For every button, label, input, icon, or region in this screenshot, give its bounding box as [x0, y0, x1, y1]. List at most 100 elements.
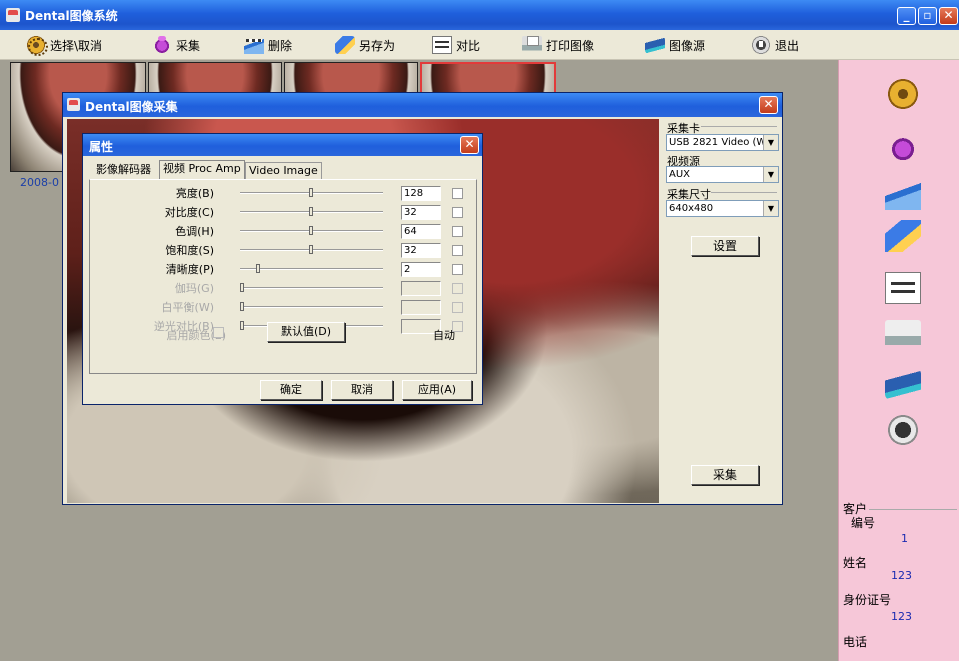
default-value-button[interactable]: 默认值(D): [267, 322, 345, 342]
exit-icon[interactable]: [885, 414, 921, 446]
property-value-field[interactable]: 128: [401, 186, 441, 201]
cancel-button[interactable]: 取消: [331, 380, 393, 400]
client-idcard-label: 身份证号: [843, 593, 892, 607]
thumbnail-date-label: 2008-0: [20, 176, 59, 189]
property-value-field[interactable]: 2: [401, 262, 441, 277]
properties-dialog-title-bar[interactable]: 属性 ✕: [83, 134, 482, 156]
proc-amp-panel: 亮度(B) 128 对比度(C) 32 色调(H) 64 饱和度(S) 32 清晰度(P) 2 伽玛…: [89, 179, 477, 374]
auto-checkbox[interactable]: [452, 188, 463, 199]
client-name-value: 123: [891, 569, 912, 582]
toolbar: 选择\取消 采集 删除 另存为 对比 打印图像 图像源 退出: [0, 30, 959, 60]
client-info-group: 客户 编号 1 姓名 123 身份证号 123 电话: [839, 500, 959, 661]
image-source-label: 图像源: [669, 38, 706, 53]
app-icon: [67, 98, 80, 111]
exit-icon: [751, 36, 771, 54]
client-phone-label: 电话: [843, 635, 868, 649]
delete-button[interactable]: 删除: [244, 35, 292, 55]
property-value-field: [401, 300, 441, 315]
property-label: 饱和度(S): [165, 244, 214, 257]
print-image-label: 打印图像: [546, 38, 595, 53]
capture-card-select[interactable]: USB 2821 Video (W ▼: [666, 134, 779, 151]
save-as-label: 另存为: [359, 38, 396, 53]
select-cancel-label: 选择\取消: [50, 38, 103, 53]
capture-label: 采集: [176, 38, 201, 53]
auto-checkbox: [452, 302, 463, 313]
clapper-icon[interactable]: [885, 178, 921, 210]
property-slider[interactable]: [240, 207, 383, 216]
property-value-field[interactable]: 32: [401, 205, 441, 220]
save-as-button[interactable]: 另存为: [335, 35, 395, 55]
film-reel-icon[interactable]: [885, 78, 921, 110]
printer-icon[interactable]: [885, 320, 921, 352]
capture-settings-panel: 采集卡 USB 2821 Video (W ▼ 视频源 AUX ▼ 采集尺寸 6…: [661, 119, 781, 503]
tab-proc-amp[interactable]: 视频 Proc Amp: [159, 160, 245, 180]
property-label: 对比度(C): [164, 206, 214, 219]
slider-thumb: [240, 321, 244, 330]
capture-dialog-title-bar[interactable]: Dental图像采集 ✕: [63, 93, 782, 117]
scanner-icon[interactable]: [885, 368, 921, 400]
property-label: 伽玛(G): [174, 282, 214, 295]
capture-icon[interactable]: [885, 130, 921, 162]
maximize-button[interactable]: ▫: [918, 7, 937, 25]
minimize-button[interactable]: _: [897, 7, 916, 25]
video-source-select[interactable]: AUX ▼: [666, 166, 779, 183]
close-button[interactable]: ✕: [939, 7, 958, 25]
property-label: 白平衡(W): [161, 301, 214, 314]
image-source-button[interactable]: 图像源: [645, 35, 705, 55]
tab-video-image[interactable]: Video Image: [245, 162, 322, 180]
auto-checkbox: [452, 283, 463, 294]
property-label: 色调(H): [175, 225, 214, 238]
capture-size-select[interactable]: 640x480 ▼: [666, 200, 779, 217]
printer-icon: [522, 36, 542, 54]
slider-thumb: [240, 283, 244, 292]
property-slider[interactable]: [240, 264, 383, 273]
property-slider[interactable]: [240, 226, 383, 235]
properties-dialog-title: 属性: [89, 140, 114, 154]
property-label: 亮度(B): [175, 187, 214, 200]
tab-video-decoder[interactable]: 影像解码器: [93, 162, 154, 180]
compare-icon[interactable]: [885, 272, 921, 304]
property-slider: [240, 302, 383, 311]
capture-dialog-close-button[interactable]: ✕: [759, 96, 778, 114]
group-divider: [711, 192, 777, 193]
exit-button[interactable]: 退出: [751, 35, 799, 55]
property-value-field[interactable]: 64: [401, 224, 441, 239]
print-image-button[interactable]: 打印图像: [522, 35, 594, 55]
auto-checkbox[interactable]: [452, 245, 463, 256]
app-icon: [6, 8, 20, 22]
ok-button[interactable]: 确定: [260, 380, 322, 400]
property-slider[interactable]: [240, 188, 383, 197]
color-enable-checkbox[interactable]: [213, 327, 224, 338]
client-idcard-value: 123: [891, 610, 912, 623]
slider-thumb[interactable]: [309, 207, 313, 216]
capture-card-value: USB 2821 Video (W: [669, 137, 767, 148]
compare-icon: [432, 36, 452, 54]
compare-button[interactable]: 对比: [432, 35, 480, 55]
save-disk-icon[interactable]: [885, 220, 921, 252]
capture-button[interactable]: 采集: [152, 35, 200, 55]
properties-dialog-close-button[interactable]: ✕: [460, 136, 479, 154]
auto-checkbox[interactable]: [452, 264, 463, 275]
property-slider[interactable]: [240, 245, 383, 254]
compare-label: 对比: [456, 38, 481, 53]
property-value-field[interactable]: 32: [401, 243, 441, 258]
chevron-down-icon: ▼: [763, 201, 778, 216]
slider-thumb[interactable]: [309, 188, 313, 197]
delete-label: 删除: [268, 38, 293, 53]
film-reel-icon: [26, 36, 48, 56]
save-disk-icon: [335, 36, 355, 54]
property-slider: [240, 283, 383, 292]
auto-checkbox[interactable]: [452, 226, 463, 237]
video-source-value: AUX: [669, 169, 691, 180]
settings-button[interactable]: 设置: [691, 236, 759, 256]
right-panel: 客户 编号 1 姓名 123 身份证号 123 电话: [838, 60, 959, 661]
apply-button[interactable]: 应用(A): [402, 380, 472, 400]
main-title-bar[interactable]: Dental图像系统 _ ▫ ✕: [0, 0, 959, 30]
main-window: Dental图像系统 _ ▫ ✕ 选择\取消 采集 删除 另存为 对比 打印图像: [0, 0, 959, 661]
select-cancel-button[interactable]: 选择\取消: [26, 35, 103, 56]
slider-thumb[interactable]: [309, 226, 313, 235]
capture-start-button[interactable]: 采集: [691, 465, 759, 485]
slider-thumb[interactable]: [256, 264, 260, 273]
auto-checkbox[interactable]: [452, 207, 463, 218]
slider-thumb[interactable]: [309, 245, 313, 254]
